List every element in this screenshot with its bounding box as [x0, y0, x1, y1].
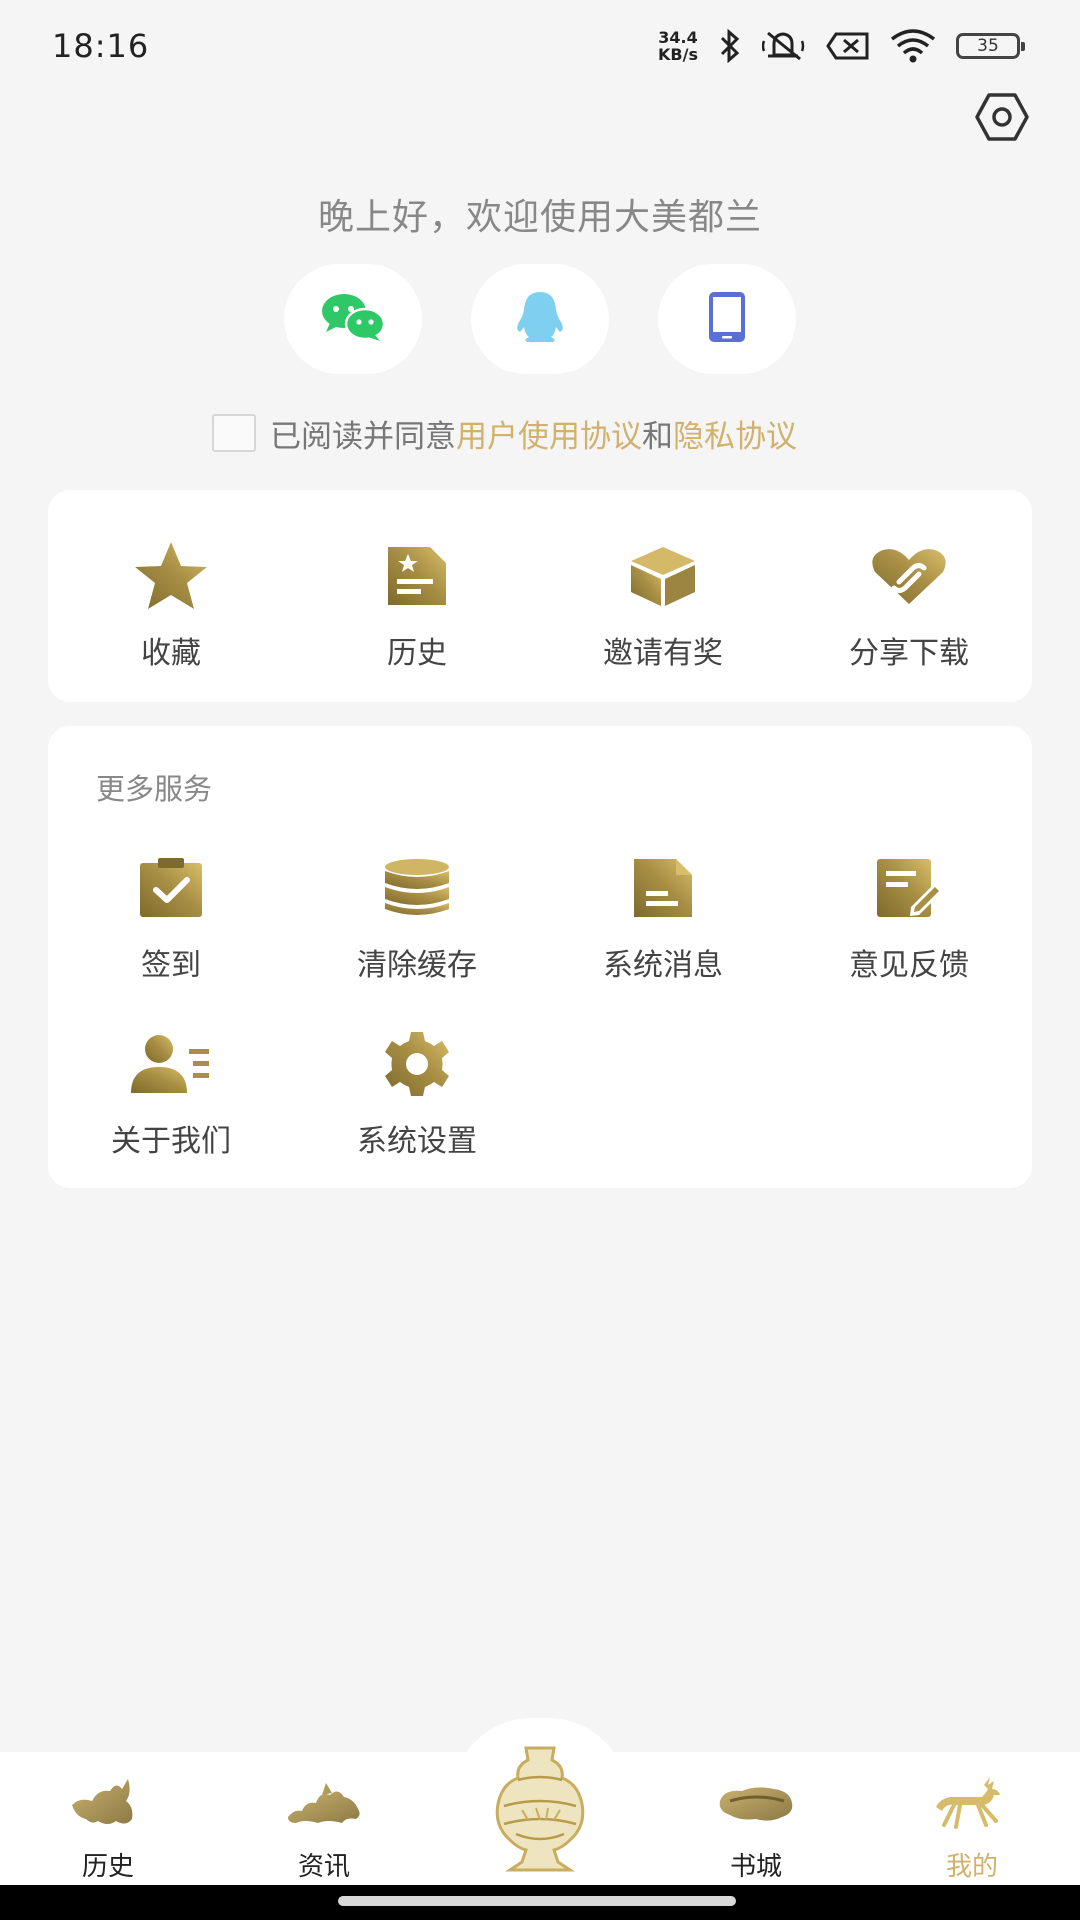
database-icon [372, 846, 462, 930]
bluetooth-icon [718, 29, 742, 63]
bookstore-relic-icon [716, 1768, 796, 1838]
tab-center-vase[interactable] [482, 1744, 598, 1874]
qq-login-button[interactable] [471, 264, 609, 374]
wechat-login-button[interactable] [284, 264, 422, 374]
quick-actions-card: 收藏 历史 邀请有奖 分享下载 [48, 490, 1032, 702]
history-relic-icon [68, 1768, 148, 1838]
document-icon [618, 846, 708, 930]
tab-mine-label: 我的 [945, 1852, 998, 1882]
star-icon [126, 534, 216, 618]
login-options [284, 264, 796, 374]
battery-indicator: 35 [956, 33, 1025, 59]
more-services-card: 更多服务 签到 清除缓存 系统消息 意见反馈 关于我们 系统设置 [48, 726, 1032, 1188]
greeting-text: 晚上好，欢迎使用大美都兰 [317, 197, 762, 238]
tab-history-label: 历史 [81, 1852, 134, 1882]
agreement-and: 和 [642, 418, 673, 455]
sign-in-label: 签到 [141, 948, 201, 983]
agreement-checkbox[interactable] [212, 414, 256, 452]
history-button[interactable]: 历史 [294, 534, 540, 672]
user-list-icon [126, 1022, 216, 1106]
phone-login-button[interactable] [658, 264, 796, 374]
sign-in-button[interactable]: 签到 [48, 846, 294, 984]
history-label: 历史 [387, 636, 447, 671]
status-icons: 34.4 KB/s 35 [658, 29, 1025, 63]
history-doc-icon [372, 534, 462, 618]
clear-cache-label: 清除缓存 [357, 948, 477, 983]
favorites-label: 收藏 [141, 636, 201, 671]
gear-icon [372, 1022, 462, 1106]
deer-icon [932, 1768, 1012, 1838]
phone-icon [707, 290, 747, 348]
agreement-row: 已阅读并同意 用户使用协议 和 隐私协议 [212, 410, 797, 456]
system-message-button[interactable]: 系统消息 [540, 846, 786, 984]
privacy-agreement-link[interactable]: 隐私协议 [673, 411, 797, 456]
tab-mine[interactable]: 我的 [892, 1768, 1052, 1883]
network-speed: 34.4 KB/s [658, 29, 698, 63]
settings-hex-icon[interactable] [974, 92, 1030, 142]
share-download-label: 分享下载 [849, 636, 969, 671]
wifi-icon [890, 29, 936, 63]
news-relic-icon [284, 1768, 364, 1838]
system-settings-label: 系统设置 [357, 1124, 477, 1159]
mute-icon [762, 29, 806, 63]
home-indicator[interactable] [338, 1896, 736, 1906]
about-us-button[interactable]: 关于我们 [48, 1022, 294, 1160]
clear-cache-button[interactable]: 清除缓存 [294, 846, 540, 984]
status-bar: 18:16 34.4 KB/s 35 [0, 0, 1080, 92]
tab-news-label: 资讯 [297, 1852, 350, 1882]
system-settings-button[interactable]: 系统设置 [294, 1022, 540, 1160]
share-download-button[interactable]: 分享下载 [786, 534, 1032, 672]
tab-history[interactable]: 历史 [28, 1768, 188, 1883]
system-message-label: 系统消息 [603, 948, 723, 983]
clipboard-check-icon [126, 846, 216, 930]
invite-reward-button[interactable]: 邀请有奖 [540, 534, 786, 672]
feedback-button[interactable]: 意见反馈 [786, 846, 1032, 984]
network-speed-value: 34.4 [658, 28, 698, 47]
tab-bookstore-label: 书城 [729, 1852, 782, 1882]
wechat-icon [320, 292, 386, 346]
more-services-title: 更多服务 [96, 772, 213, 806]
feedback-label: 意见反馈 [849, 948, 969, 983]
invite-reward-label: 邀请有奖 [603, 636, 723, 671]
about-us-label: 关于我们 [111, 1124, 231, 1159]
tab-news[interactable]: 资讯 [244, 1768, 404, 1883]
tab-bookstore[interactable]: 书城 [676, 1768, 836, 1883]
no-sim-icon [826, 31, 870, 61]
favorites-button[interactable]: 收藏 [48, 534, 294, 672]
share-heart-icon [864, 534, 954, 618]
user-agreement-link[interactable]: 用户使用协议 [456, 411, 642, 456]
agreement-prefix: 已阅读并同意 [270, 418, 456, 455]
edit-note-icon [864, 846, 954, 930]
qq-icon [515, 290, 565, 348]
status-time: 18:16 [52, 27, 150, 65]
vase-icon [482, 1746, 598, 1878]
gift-box-icon [618, 534, 708, 618]
battery-level: 35 [977, 36, 999, 56]
network-speed-unit: KB/s [658, 45, 698, 64]
